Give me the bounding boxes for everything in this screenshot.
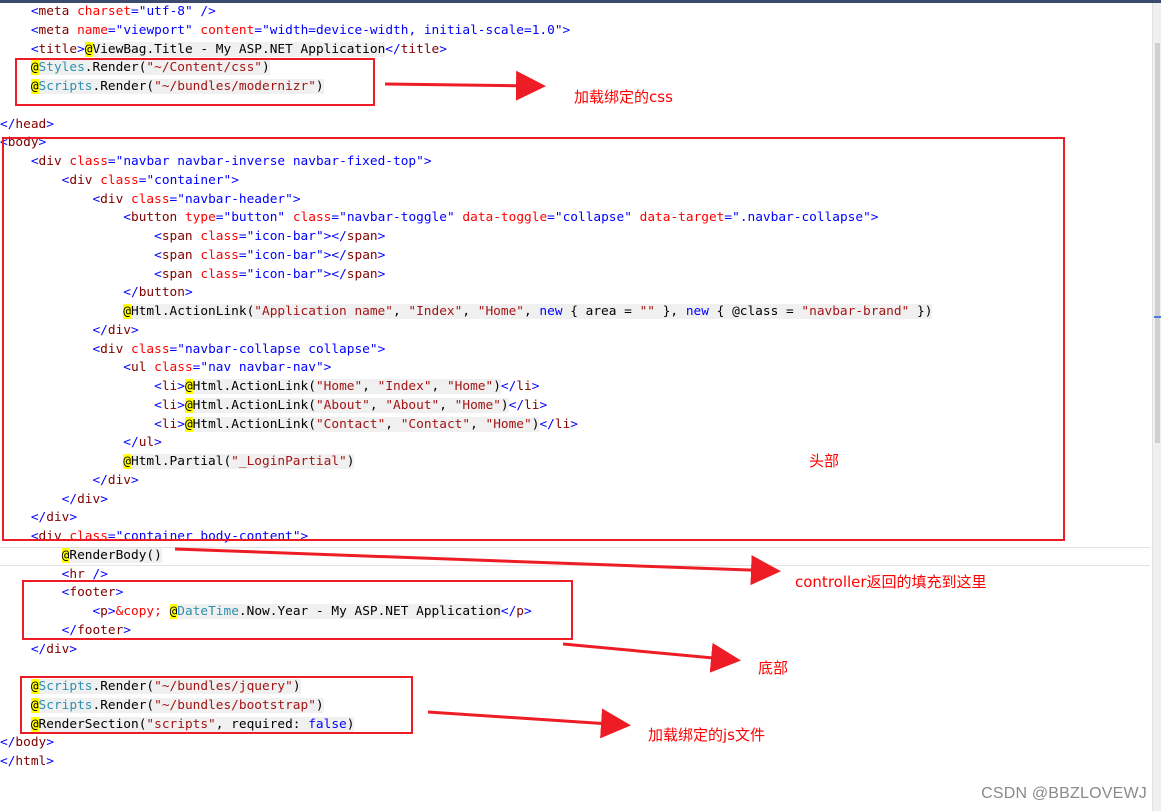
controller-annotation-label: controller返回的填充到这里	[795, 573, 987, 591]
arrow-footer	[562, 642, 741, 673]
csdn-watermark: CSDN @BBZLOVEWJ	[981, 785, 1147, 802]
arrow-js	[427, 708, 631, 739]
arrow-css	[384, 70, 546, 101]
css-annotation-label: 加载绑定的css	[574, 88, 673, 106]
js-annotation-label: 加载绑定的js文件	[648, 726, 765, 744]
arrow-controller	[174, 547, 781, 586]
annotation-arrows	[174, 70, 781, 739]
header-annotation-label: 头部	[809, 452, 840, 470]
footer-annotation-label: 底部	[758, 659, 789, 677]
